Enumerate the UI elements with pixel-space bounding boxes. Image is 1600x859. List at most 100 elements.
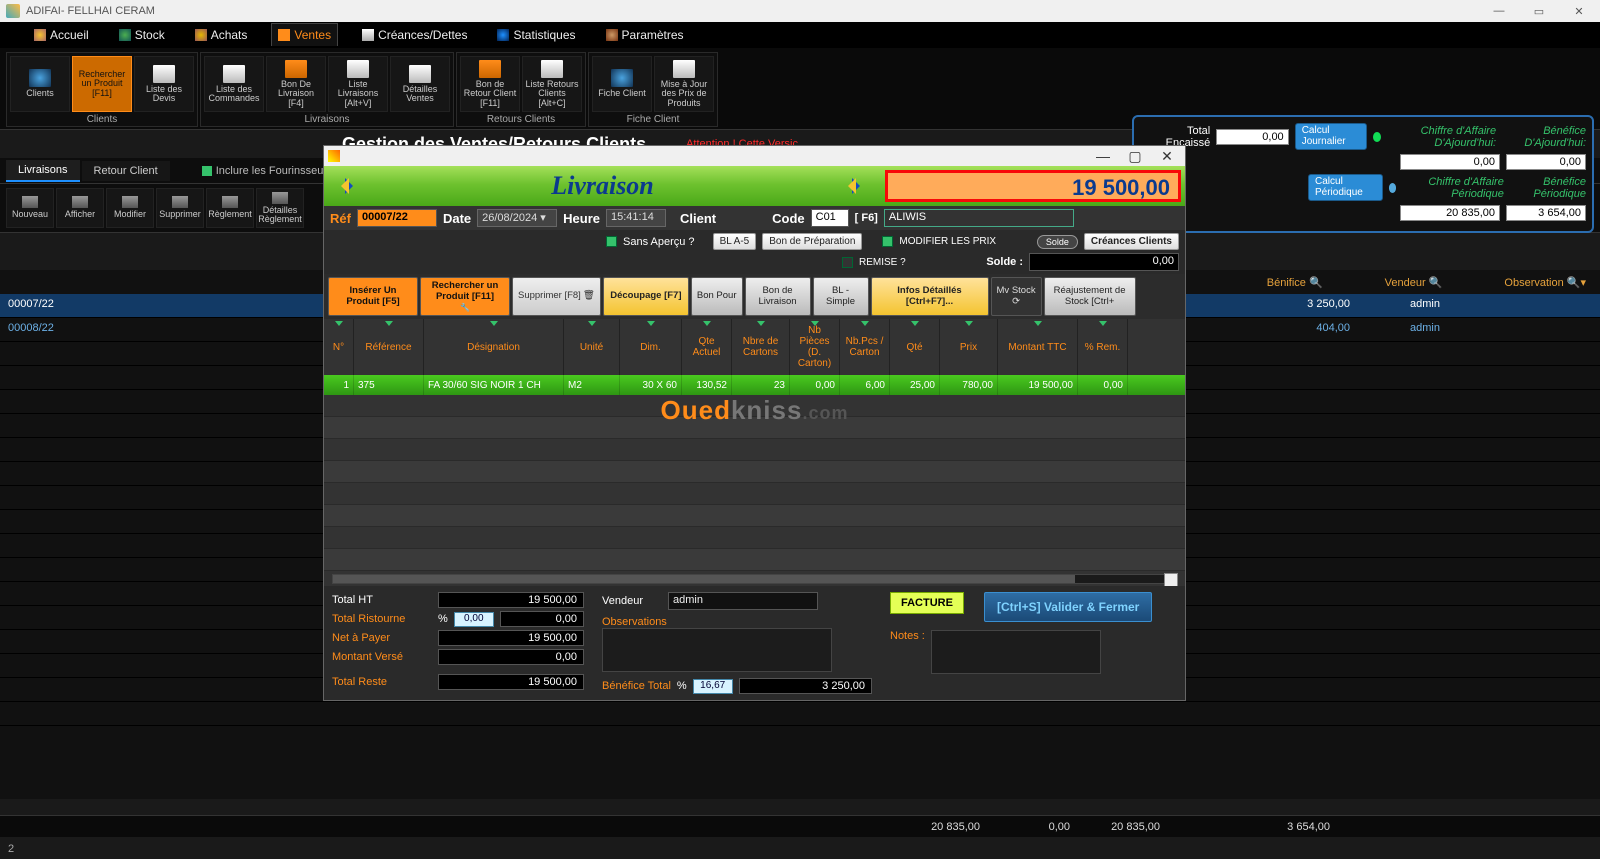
inclure-fournisseurs-checkbox[interactable]: Inclure les Fourinsseurs ? [202,165,342,177]
col-montant-ttc[interactable]: Montant TTC [998,319,1078,375]
inserer-produit-button[interactable]: Insérer Un Produit [F5] [328,277,418,316]
ribbon-liste-commandes-button[interactable]: Liste des Commandes [204,56,264,112]
col-ref[interactable]: Référence [354,319,424,375]
ribbon-bon-retour-button[interactable]: Bon de Retour Client [F11] [460,56,520,112]
code-input[interactable]: C01 [811,209,849,227]
liste-retours-icon [541,60,563,78]
bon-pour-button[interactable]: Bon Pour [691,277,743,316]
col-rem[interactable]: % Rem. [1078,319,1128,375]
creances-clients-button[interactable]: Créances Clients [1084,233,1179,250]
bl-simple-button[interactable]: BL -Simple [813,277,869,316]
calc-journalier-button[interactable]: Calcul Journalier [1295,123,1367,150]
benef-value: 3 250,00 [739,678,872,694]
col-unite[interactable]: Unité [564,319,620,375]
date-input[interactable]: 26/08/2024 ▾ [477,209,557,227]
calc-periodique-button[interactable]: Calcul Périodique [1308,174,1383,201]
sans-apercu-checkbox[interactable] [606,236,617,247]
modifier-button[interactable]: Modifier [106,188,154,228]
nav-ventes[interactable]: Ventes [271,23,338,46]
dialog-maximize-button[interactable]: ▢ [1121,148,1149,165]
nav-creances[interactable]: Créances/Dettes [356,24,473,46]
ribbon-mise-jour-button[interactable]: Mise à Jour des Prix de Produits [654,56,714,112]
ribbon-detail-ventes-button[interactable]: Détailles Ventes [390,56,450,112]
bene-aujourd-value: 0,00 [1506,154,1586,170]
window-close-button[interactable]: ✕ [1564,5,1594,18]
cart-icon [278,29,290,41]
ribbon-liste-devis-button[interactable]: Liste des Devis [134,56,194,112]
nav-achats[interactable]: Achats [189,24,254,46]
montant-verse-input[interactable]: 0,00 [438,649,584,665]
ribbon-fiche-client-button[interactable]: Fiche Client [592,56,652,112]
notes-input[interactable] [931,630,1101,674]
col-dim[interactable]: Dim. [620,319,682,375]
window-maximize-button[interactable]: ▭ [1524,5,1554,18]
col-nb-pcs-carton[interactable]: Nb.Pcs / Carton [840,319,890,375]
supprimer-button[interactable]: Supprimer [156,188,204,228]
total-encaisse-value: 0,00 [1216,129,1288,145]
vendeur-input[interactable]: admin [668,592,818,610]
ribbon-clients-button[interactable]: Clients [10,56,70,112]
livraison-dialog: — ▢ ✕ Livraison 19 500,00 Réf 00007/22 D… [323,145,1186,701]
nouveau-button[interactable]: Nouveau [6,188,54,228]
observations-input[interactable] [602,628,832,672]
mv-stock-button[interactable]: Mv Stock ⟳ [991,277,1042,316]
ribbon-rechercher-produit-button[interactable]: Rechercher un Produit [F11] [72,56,132,112]
grid-row[interactable]: 1 375 FA 30/60 SIG NOIR 1 CH M2 30 X 60 … [324,375,1185,395]
rechercher-produit-button[interactable]: Rechercher un Produit [F11]🔧 [420,277,510,316]
view-icon [72,196,88,208]
solde-chip[interactable]: Solde [1037,235,1078,249]
col-n[interactable]: N° [324,319,354,375]
ribbon-liste-retours-button[interactable]: Liste Retours Clients [Alt+C] [522,56,582,112]
col-designation[interactable]: Désignation [424,319,564,375]
nav-stock[interactable]: Stock [113,24,171,46]
bg-col-observation[interactable]: Observation 🔍▾ [1500,272,1590,293]
livraison-icon [285,60,307,78]
facture-button[interactable]: FACTURE [890,592,964,614]
remise-checkbox[interactable] [842,257,853,268]
bg-col-vendeur[interactable]: Vendeur 🔍 [1381,272,1447,293]
detail-reglement-button[interactable]: Détailles Règlement [256,188,304,228]
tab-livraisons[interactable]: Livraisons [6,160,80,182]
tab-retour-client[interactable]: Retour Client [82,161,170,181]
nav-params[interactable]: Paramètres [600,24,690,46]
scrollbar-thumb[interactable] [333,575,1075,583]
ribbon-bon-livraison-button[interactable]: Bon De Livraison [F4] [266,56,326,112]
ristourne-pct-input[interactable]: 0,00 [454,612,494,627]
grid-scrollbar[interactable] [332,574,1177,584]
col-qte[interactable]: Qté [890,319,940,375]
reajustement-button[interactable]: Réajustement de Stock [Ctrl+ [1044,277,1136,316]
bon-livraison-button[interactable]: Bon de Livraison [745,277,811,316]
col-nbre-cartons[interactable]: Nbre de Cartons [732,319,790,375]
supprimer-ligne-button[interactable]: Supprimer [F8]🗑 [512,277,601,316]
bla5-button[interactable]: BL A-5 [713,233,757,250]
nav-accueil[interactable]: Accueil [28,24,95,46]
ref-input[interactable]: 00007/22 [357,209,437,227]
nav-stats[interactable]: Statistiques [491,24,581,46]
window-minimize-button[interactable]: — [1484,5,1514,18]
clients-icon [29,69,51,87]
total-reste-value: 19 500,00 [438,674,584,690]
modifier-prix-checkbox[interactable] [882,236,893,247]
scrollbar-grip[interactable] [1164,573,1178,586]
dialog-minimize-button[interactable]: — [1089,148,1117,165]
col-qte-actuel[interactable]: Qte Actuel [682,319,732,375]
valider-fermer-button[interactable]: [Ctrl+S] Valider & Fermer [984,592,1152,622]
decoupage-button[interactable]: Découpage [F7] [603,277,689,316]
bon-preparation-button[interactable]: Bon de Préparation [762,233,862,250]
dialog-header: Livraison 19 500,00 [324,166,1185,206]
col-prix[interactable]: Prix [940,319,998,375]
app-title: ADIFAI- FELLHAI CERAM [26,5,155,17]
heure-input[interactable]: 15:41:14 [606,209,666,227]
grand-total: 19 500,00 [885,170,1181,202]
ribbon-liste-livraisons-button[interactable]: Liste Livraisons [Alt+V] [328,56,388,112]
net-payer-value: 19 500,00 [438,630,584,646]
infos-detailles-button[interactable]: Infos Détaillés [Ctrl+F7]... [871,277,989,316]
afficher-button[interactable]: Afficher [56,188,104,228]
ristourne-value: 0,00 [500,611,584,627]
client-name-input[interactable]: ALIWIS [884,209,1074,227]
app-icon [6,4,20,18]
col-nb-pieces[interactable]: Nb Pièces (D. Carton) [790,319,840,375]
reglement-button[interactable]: Règlement [206,188,254,228]
bg-col-benefice[interactable]: Bénifice 🔍 [1263,272,1327,293]
dialog-close-button[interactable]: ✕ [1153,148,1181,165]
